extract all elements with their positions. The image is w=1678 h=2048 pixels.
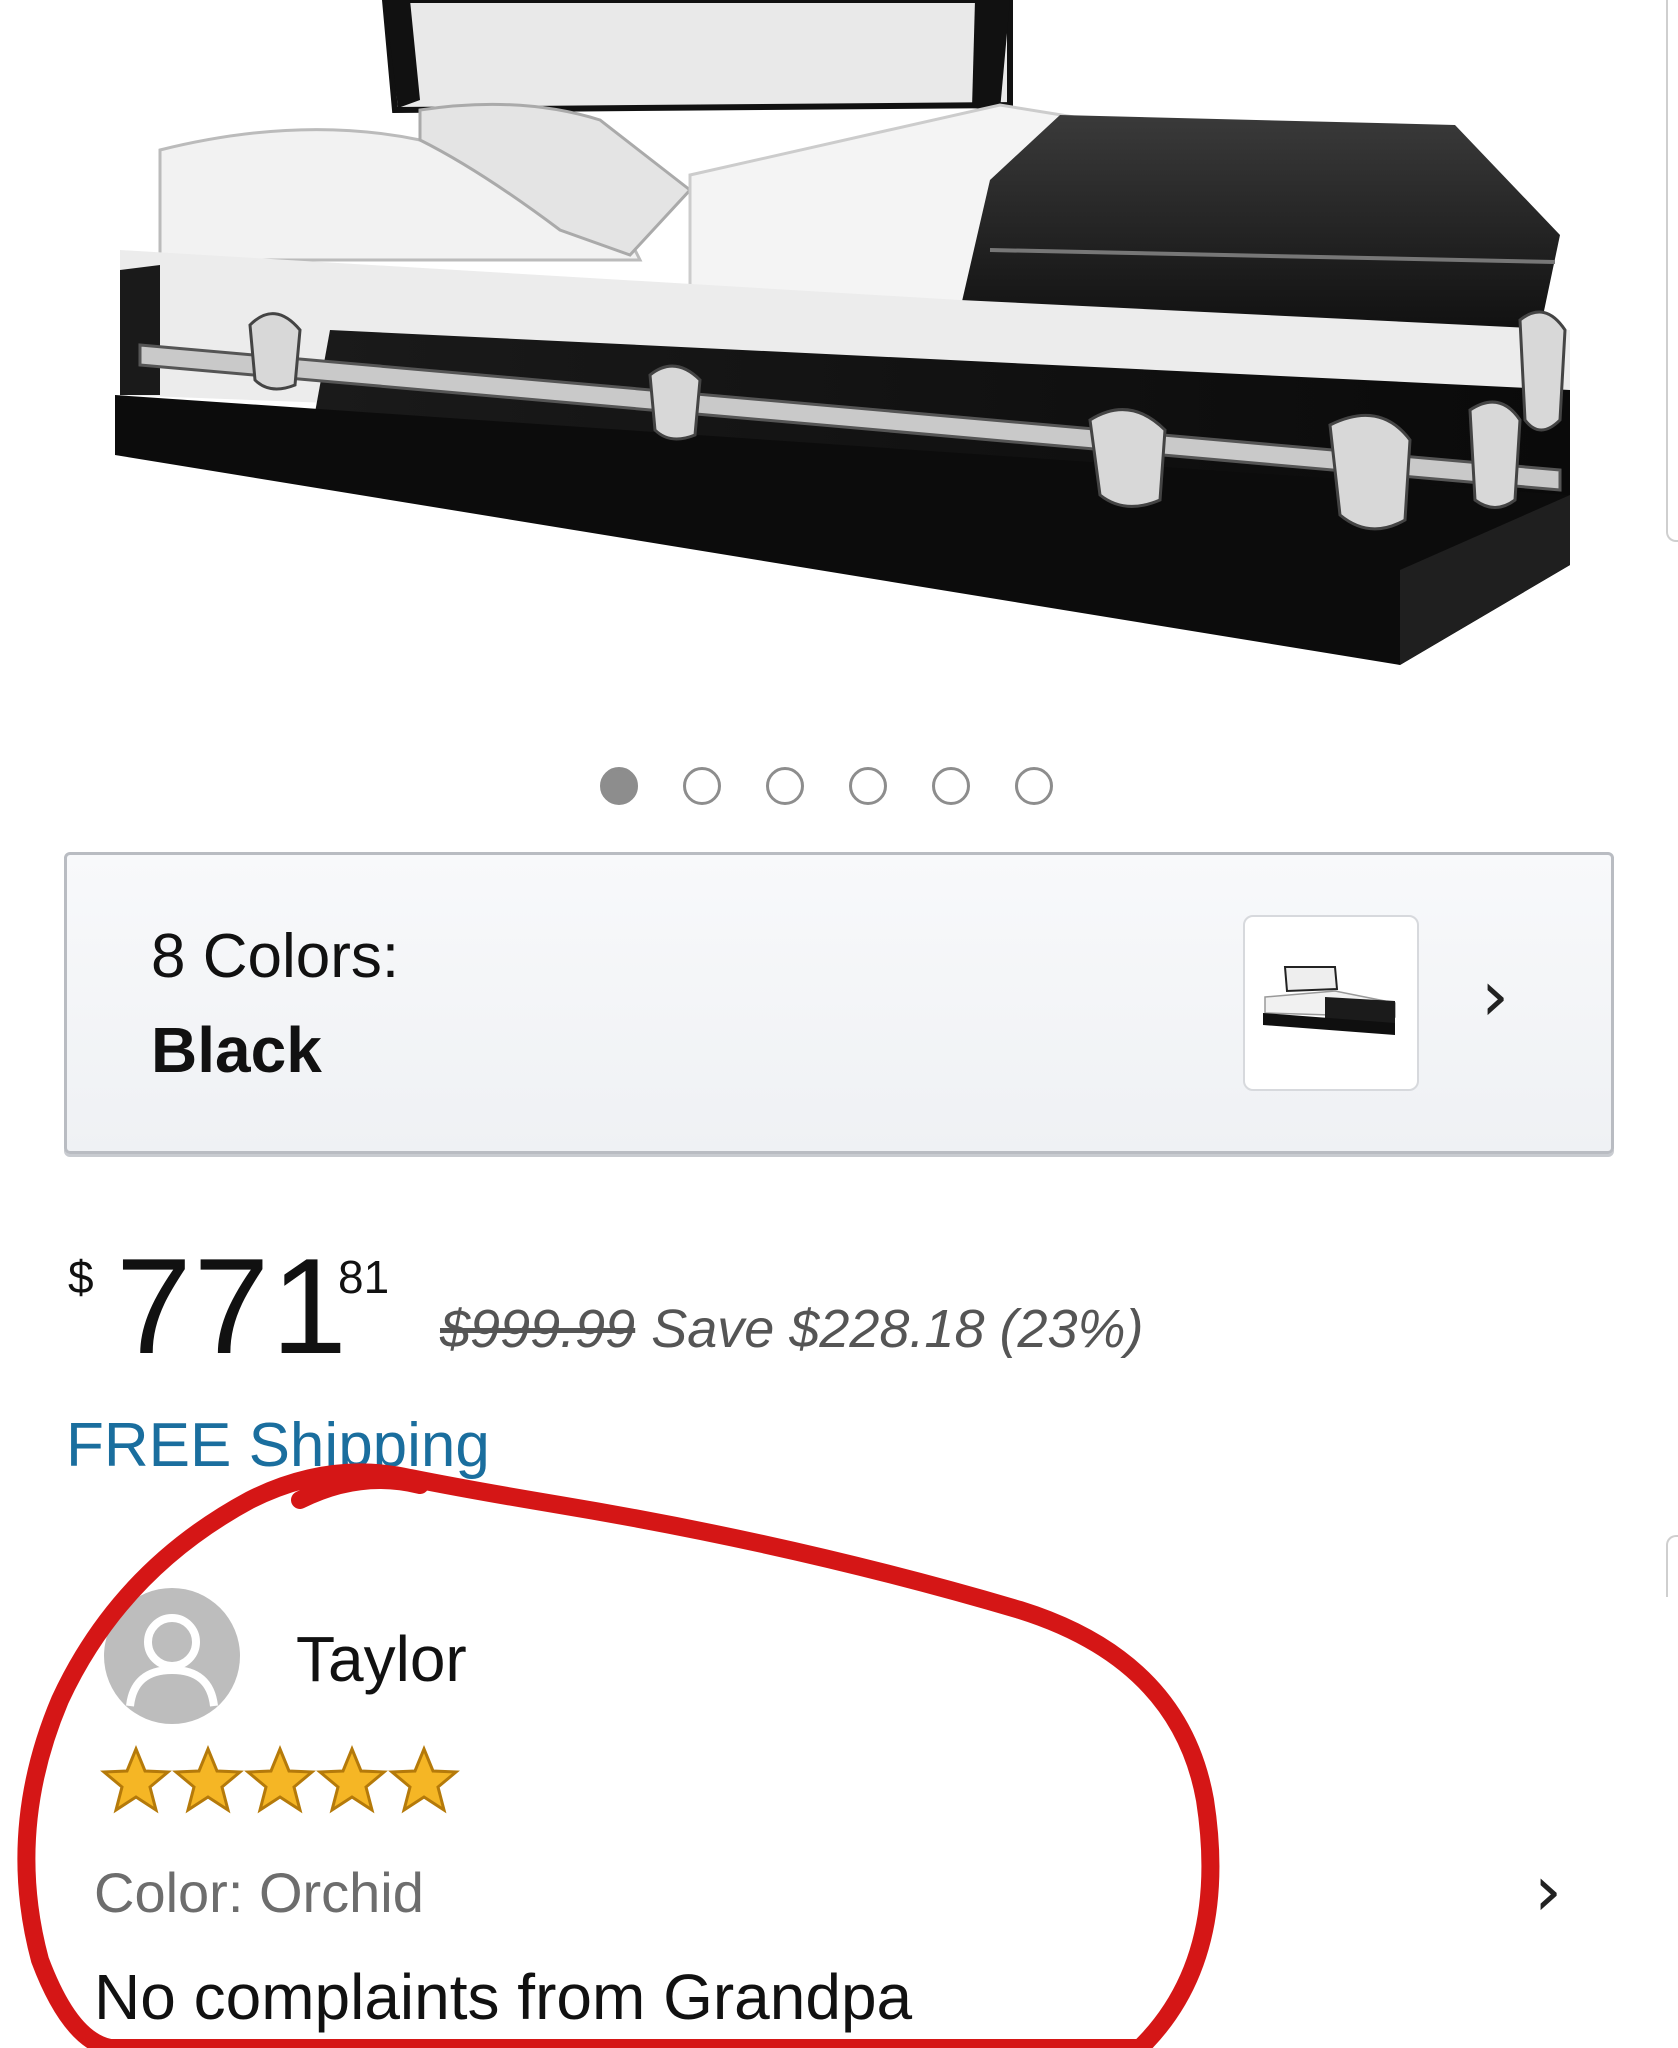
color-swatch-thumbnail[interactable] xyxy=(1243,915,1419,1091)
list-price: $999.99 xyxy=(440,1299,636,1359)
scroll-edge xyxy=(1666,0,1678,542)
scroll-edge xyxy=(1666,1535,1678,1597)
star-icon xyxy=(244,1745,316,1814)
savings-text: Save $228.18 (23%) xyxy=(651,1299,1144,1359)
carousel-dot[interactable] xyxy=(849,767,887,805)
avatar-icon xyxy=(104,1588,240,1724)
carousel-dot[interactable] xyxy=(766,767,804,805)
star-icon xyxy=(172,1745,244,1814)
product-image[interactable] xyxy=(0,0,1678,700)
price-whole: 771 xyxy=(116,1230,349,1382)
price-savings-line: $999.99 Save $228.18 (23%) xyxy=(440,1298,1144,1360)
free-shipping-link[interactable]: FREE Shipping xyxy=(66,1410,490,1481)
carousel-dots[interactable] xyxy=(600,764,1053,808)
carousel-dot[interactable] xyxy=(600,767,638,805)
carousel-dot[interactable] xyxy=(683,767,721,805)
review-color-variant: Color: Orchid xyxy=(94,1861,424,1924)
star-rating xyxy=(100,1745,460,1815)
color-count-label: 8 Colors: xyxy=(151,922,400,991)
chevron-right-icon[interactable]: › xyxy=(1534,1856,1562,1926)
carousel-dot[interactable] xyxy=(1015,767,1053,805)
star-icon xyxy=(100,1745,172,1814)
review-text: No complaints from Grandpa xyxy=(94,1961,913,2033)
reviewer-name[interactable]: Taylor xyxy=(296,1622,467,1696)
carousel-dot[interactable] xyxy=(932,767,970,805)
price-currency: $ xyxy=(68,1251,94,1303)
price-cents: 81 xyxy=(338,1251,390,1303)
star-icon xyxy=(316,1745,388,1814)
selected-color: Black xyxy=(151,1014,322,1086)
product-page: 8 Colors: Black › $ 771 81 $999.99 Save $… xyxy=(0,0,1678,2048)
color-selector[interactable]: 8 Colors: Black › xyxy=(64,852,1614,1154)
chevron-right-icon[interactable]: › xyxy=(1481,961,1509,1031)
star-icon xyxy=(388,1745,460,1814)
